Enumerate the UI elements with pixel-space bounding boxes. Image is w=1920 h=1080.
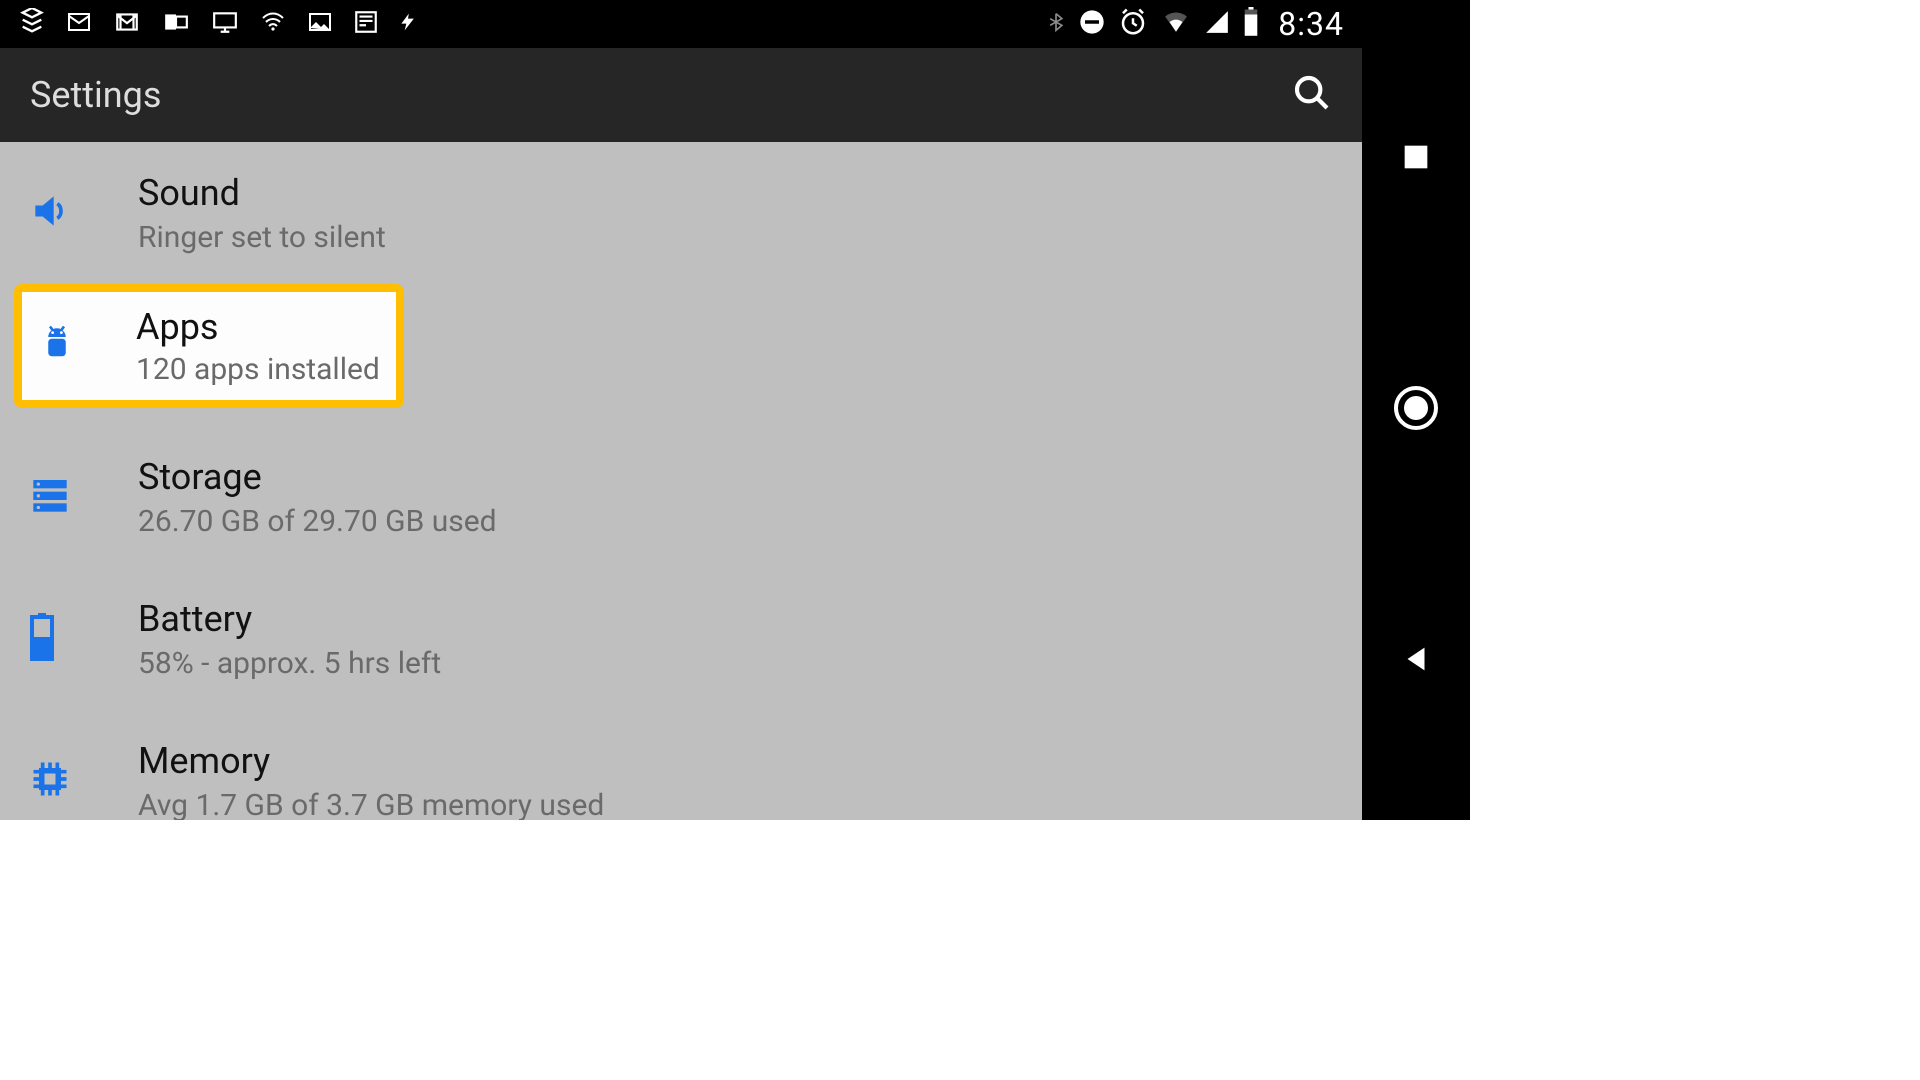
- settings-item-apps[interactable]: Apps 120 apps installed: [14, 284, 404, 408]
- navigation-bar: [1362, 0, 1470, 820]
- unused-whitespace: [1470, 0, 1920, 820]
- volume-icon: [28, 189, 72, 237]
- row-title: Battery: [138, 598, 441, 640]
- battery-upright-icon: [28, 613, 56, 665]
- row-subtitle: 120 apps installed: [136, 352, 380, 387]
- wifi-icon: [258, 10, 288, 38]
- nav-home-button[interactable]: [1392, 384, 1440, 436]
- monitor-icon: [210, 9, 240, 39]
- search-icon[interactable]: [1292, 73, 1332, 117]
- app-bar-title: Settings: [30, 74, 161, 116]
- android-apps-icon: [36, 321, 78, 371]
- settings-item-battery[interactable]: Battery 58% - approx. 5 hrs left: [0, 568, 1362, 710]
- row-subtitle: Avg 1.7 GB of 3.7 GB memory used: [138, 788, 604, 823]
- status-right-icons: 8:34: [1046, 5, 1344, 43]
- battery-icon: [1242, 7, 1260, 41]
- status-left-icons: [18, 8, 418, 40]
- mail-icon: [64, 10, 94, 38]
- nav-recent-button[interactable]: [1399, 140, 1433, 178]
- dnd-icon: [1078, 8, 1106, 40]
- outlook-icon: [160, 9, 192, 39]
- bluetooth-icon: [1046, 7, 1066, 41]
- row-subtitle: 26.70 GB of 29.70 GB used: [138, 504, 497, 539]
- settings-list: Sound Ringer set to silent Storage 26.70…: [0, 142, 1362, 820]
- row-title: Memory: [138, 740, 604, 782]
- row-subtitle: Ringer set to silent: [138, 220, 386, 255]
- settings-item-storage[interactable]: Storage 26.70 GB of 29.70 GB used: [0, 426, 1362, 568]
- row-title: Sound: [138, 172, 386, 214]
- wifi-signal-icon: [1160, 9, 1192, 39]
- flash-icon: [398, 8, 418, 40]
- memory-chip-icon: [28, 757, 72, 805]
- alarm-icon: [1118, 7, 1148, 41]
- news-icon: [352, 9, 380, 39]
- unused-whitespace: [0, 820, 1920, 1080]
- status-clock: 8:34: [1278, 5, 1344, 43]
- nav-back-button[interactable]: [1399, 642, 1433, 680]
- status-bar: 8:34: [0, 0, 1362, 48]
- gmail-icon: [112, 9, 142, 39]
- image-icon: [306, 10, 334, 38]
- device-frame: 8:34 Settings Sound Ringer set to silent: [0, 0, 1470, 820]
- row-title: Storage: [138, 456, 497, 498]
- settings-item-sound[interactable]: Sound Ringer set to silent: [0, 142, 1362, 284]
- cell-signal-icon: [1204, 9, 1230, 39]
- stack-icon: [18, 8, 46, 40]
- app-bar: Settings: [0, 48, 1362, 142]
- row-subtitle: 58% - approx. 5 hrs left: [138, 646, 441, 681]
- storage-icon: [28, 475, 72, 519]
- row-title: Apps: [136, 306, 380, 348]
